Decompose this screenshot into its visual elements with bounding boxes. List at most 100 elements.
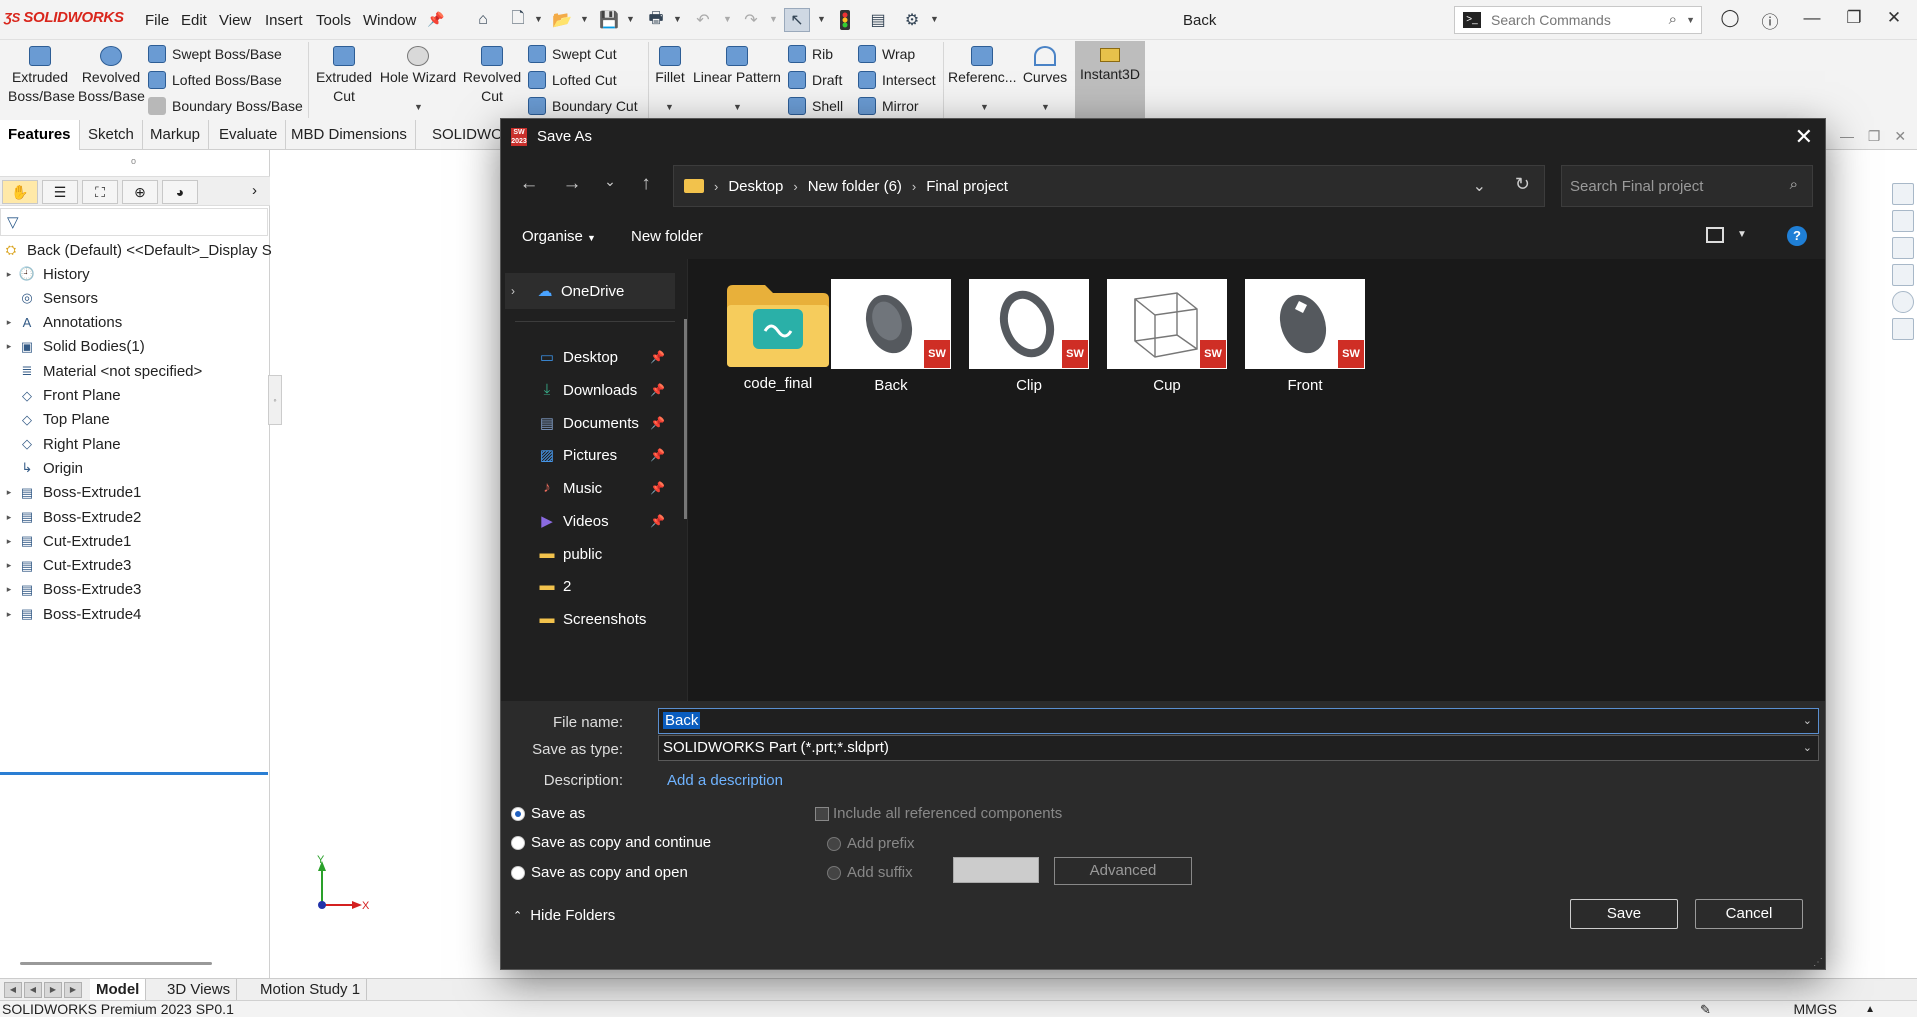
search-icon[interactable]: ⌕: [1669, 11, 1677, 28]
tree-item[interactable]: ≣ Material <not specified>: [0, 359, 203, 383]
breadcrumb-final-project[interactable]: Final project: [926, 178, 1008, 195]
select-cursor-icon[interactable]: ↖: [784, 8, 810, 32]
chevron-down-icon[interactable]: ▼: [673, 14, 682, 24]
configuration-manager-tab-icon[interactable]: ⛶: [82, 180, 118, 204]
swept-cut-button[interactable]: Swept Cut: [528, 44, 617, 64]
display-manager-tab-icon[interactable]: ◕: [162, 180, 198, 204]
tab-features[interactable]: Features: [0, 120, 80, 150]
nav-item[interactable]: › ☁ OneDrive: [505, 273, 675, 309]
nav-item[interactable]: ♪ Music 📌: [515, 470, 665, 506]
view-palette-icon[interactable]: [1891, 264, 1914, 286]
chevron-down-icon[interactable]: ▼: [769, 14, 778, 24]
panel-collapse-handle[interactable]: ◦: [268, 375, 282, 425]
shell-button[interactable]: Shell: [788, 96, 843, 116]
redo-icon[interactable]: ↷: [738, 8, 764, 32]
horizontal-scrollbar[interactable]: [20, 962, 212, 965]
chevron-down-icon[interactable]: ▼: [817, 14, 826, 24]
tree-item[interactable]: ▸ 🕘 History: [0, 262, 90, 286]
nav-item[interactable]: ▤ Documents 📌: [515, 405, 665, 441]
lofted-boss-button[interactable]: Lofted Boss/Base: [148, 70, 282, 90]
chevron-down-icon[interactable]: ▼: [665, 102, 674, 112]
save-type-select[interactable]: SOLIDWORKS Part (*.prt;*.sldprt) ⌄: [658, 735, 1819, 761]
tree-item[interactable]: ◇ Front Plane: [0, 384, 121, 408]
tree-item[interactable]: ▸ ▤ Boss-Extrude2: [0, 505, 142, 529]
save-as-copy-open-radio[interactable]: Save as copy and open: [511, 864, 688, 881]
menu-file[interactable]: File: [145, 12, 169, 29]
chevron-down-icon[interactable]: ▼: [723, 14, 732, 24]
tab-solidworks-addins[interactable]: SOLIDWO: [424, 120, 512, 150]
up-arrow-icon[interactable]: ↑: [632, 173, 660, 199]
feature-manager-tab-icon[interactable]: ✋: [2, 180, 38, 204]
nav-item[interactable]: ▭ Desktop 📌: [515, 339, 665, 375]
panel-splitter-handle[interactable]: o: [131, 156, 136, 166]
close-icon[interactable]: ✕: [1894, 128, 1906, 144]
save-as-copy-continue-radio[interactable]: Save as copy and continue: [511, 834, 711, 851]
file-name-field[interactable]: Back ⌄: [658, 708, 1819, 734]
chevron-down-icon[interactable]: ▼: [930, 14, 939, 24]
back-arrow-icon[interactable]: ←: [515, 173, 543, 199]
prefix-suffix-input[interactable]: [953, 857, 1039, 883]
search-folder-input[interactable]: Search Final project ⌕: [1561, 165, 1813, 207]
design-library-icon[interactable]: [1891, 210, 1914, 232]
tree-filter-input[interactable]: ▽: [0, 208, 268, 236]
expand-arrow-icon[interactable]: ▸: [0, 536, 18, 547]
forward-arrow-icon[interactable]: →: [558, 173, 586, 199]
help-icon[interactable]: ⓘ: [1758, 8, 1782, 32]
new-folder-button[interactable]: New folder: [631, 228, 703, 245]
property-manager-tab-icon[interactable]: ☰: [42, 180, 78, 204]
solidworks-logo[interactable]: ƷS SOLIDWORKS: [4, 9, 124, 26]
resize-grip-icon[interactable]: ⋰: [1813, 957, 1823, 968]
instant3d-button[interactable]: Instant3D: [1075, 41, 1145, 120]
tab-mbd-dimensions[interactable]: MBD Dimensions: [283, 120, 416, 150]
tab-motion-study[interactable]: Motion Study 1: [254, 979, 368, 1001]
expand-arrow-icon[interactable]: ▸: [0, 317, 18, 328]
tree-item[interactable]: ◇ Right Plane: [0, 432, 121, 456]
nav-item[interactable]: ▬ public: [515, 536, 665, 572]
include-references-checkbox[interactable]: Include all referenced components: [815, 805, 1062, 822]
help-icon[interactable]: ?: [1787, 226, 1807, 246]
chevron-up-icon[interactable]: ▲: [1865, 1001, 1875, 1017]
add-prefix-radio[interactable]: Add prefix: [827, 835, 915, 852]
expand-arrow-icon[interactable]: ▸: [0, 512, 18, 523]
rebuild-icon[interactable]: ✎: [1700, 1001, 1711, 1017]
wrap-button[interactable]: Wrap: [858, 44, 915, 64]
tab-3d-views[interactable]: 3D Views: [161, 979, 238, 1001]
expand-arrow-icon[interactable]: ▸: [0, 269, 18, 280]
boundary-cut-button[interactable]: Boundary Cut: [528, 96, 638, 116]
rollback-bar[interactable]: [0, 772, 268, 775]
dimxpert-tab-icon[interactable]: ⊕: [122, 180, 158, 204]
menu-insert[interactable]: Insert: [265, 12, 303, 29]
menu-window[interactable]: Window: [363, 12, 416, 29]
extruded-cut-button[interactable]: Extruded Cut: [312, 46, 376, 106]
pin-menu-icon[interactable]: 📌: [427, 11, 444, 27]
chevron-down-icon[interactable]: ▼: [534, 14, 543, 24]
file-item[interactable]: SW Clip: [963, 279, 1095, 394]
chevron-down-icon[interactable]: ⌄: [1473, 176, 1486, 196]
chevron-down-icon[interactable]: ⌄: [1803, 736, 1812, 760]
fillet-button[interactable]: Fillet: [652, 46, 688, 87]
breadcrumb-new-folder[interactable]: New folder (6): [808, 178, 902, 195]
tree-item[interactable]: ▸ ▤ Boss-Extrude1: [0, 481, 142, 505]
nav-item[interactable]: ▶ Videos 📌: [515, 503, 665, 539]
add-suffix-radio[interactable]: Add suffix: [827, 864, 913, 881]
undo-icon[interactable]: ↶: [690, 8, 716, 32]
revolved-boss-button[interactable]: Revolved Boss/Base: [78, 46, 145, 106]
menu-view[interactable]: View: [219, 12, 251, 29]
minimize-icon[interactable]: —: [1800, 8, 1824, 32]
save-button[interactable]: Save: [1570, 899, 1678, 929]
tree-root[interactable]: ⛭ Back (Default) <<Default>_Display S: [0, 238, 272, 262]
last-tab-icon[interactable]: ▶: [64, 982, 82, 998]
chevron-down-icon[interactable]: ⌄: [1803, 709, 1812, 733]
chevron-right-icon[interactable]: ›: [511, 284, 529, 298]
minimize-icon[interactable]: —: [1840, 128, 1854, 144]
file-item[interactable]: SW Front: [1239, 279, 1371, 394]
prev-tab-icon[interactable]: ◀: [24, 982, 42, 998]
revolved-cut-button[interactable]: Revolved Cut: [462, 46, 522, 106]
view-mode-icon[interactable]: [1706, 227, 1724, 243]
tree-item[interactable]: ↳ Origin: [0, 456, 83, 480]
chevron-down-icon[interactable]: ▼: [1686, 15, 1695, 25]
organise-menu[interactable]: Organise ▼: [522, 228, 596, 245]
tab-sketch[interactable]: Sketch: [80, 120, 143, 150]
menu-tools[interactable]: Tools: [316, 12, 351, 29]
mirror-button[interactable]: Mirror: [858, 96, 919, 116]
